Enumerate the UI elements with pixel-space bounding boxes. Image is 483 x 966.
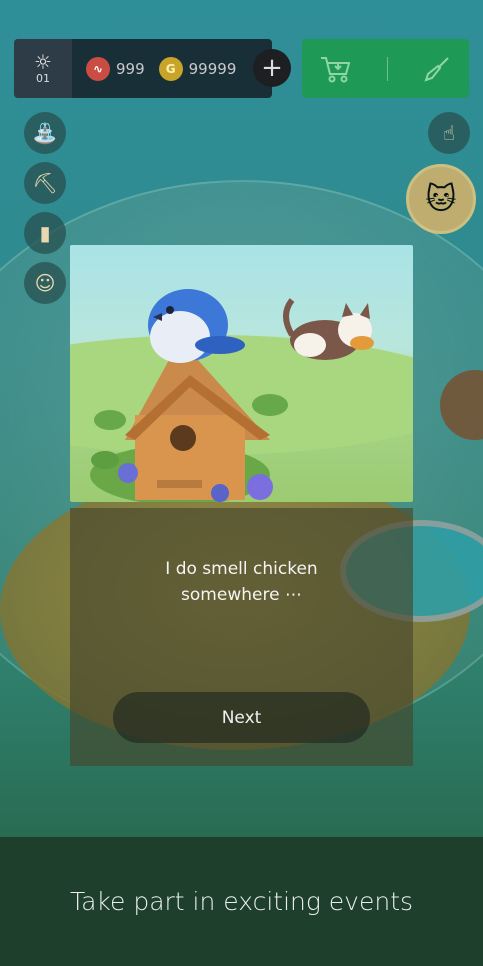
pickaxe-icon[interactable]: ⛏ bbox=[24, 162, 66, 204]
sun-icon: ☼ bbox=[34, 50, 52, 74]
shop-divider bbox=[387, 56, 388, 81]
resource-bar: ☼ 01 ∿ 999 G 99999 bbox=[14, 39, 272, 98]
day-indicator[interactable]: ☼ 01 bbox=[14, 39, 72, 98]
heart-currency-icon: ∿ bbox=[86, 56, 110, 81]
book-icon[interactable]: ▮ bbox=[24, 212, 66, 254]
promo-banner: Take part in exciting events bbox=[0, 837, 483, 966]
hearts-value: 999 bbox=[116, 59, 145, 78]
gold-coin-icon: G bbox=[158, 56, 183, 81]
tap-hand-icon[interactable]: ☝ bbox=[428, 112, 470, 154]
watering-can-icon[interactable]: ⛲ bbox=[24, 112, 66, 154]
cat-avatar-icon[interactable]: 🐱 bbox=[406, 164, 476, 234]
day-number: 01 bbox=[36, 72, 50, 85]
cart-icon[interactable] bbox=[319, 54, 353, 84]
dialog-message: I do smell chicken somewhere ⋯ bbox=[165, 559, 318, 605]
story-dialog: I do smell chicken somewhere ⋯ Next bbox=[70, 508, 413, 766]
banner-text: Take part in exciting events bbox=[69, 887, 414, 916]
hearts-counter: ∿ 999 bbox=[86, 56, 145, 81]
add-currency-button[interactable]: + bbox=[253, 49, 291, 87]
coins-counter: G 99999 bbox=[158, 56, 237, 81]
cat-icon[interactable]: ☺ bbox=[24, 262, 66, 304]
next-button[interactable]: Next bbox=[113, 692, 370, 743]
shop-bar bbox=[302, 39, 469, 98]
trowel-icon[interactable] bbox=[422, 54, 452, 84]
coins-value: 99999 bbox=[188, 59, 237, 78]
story-illustration bbox=[70, 245, 413, 502]
